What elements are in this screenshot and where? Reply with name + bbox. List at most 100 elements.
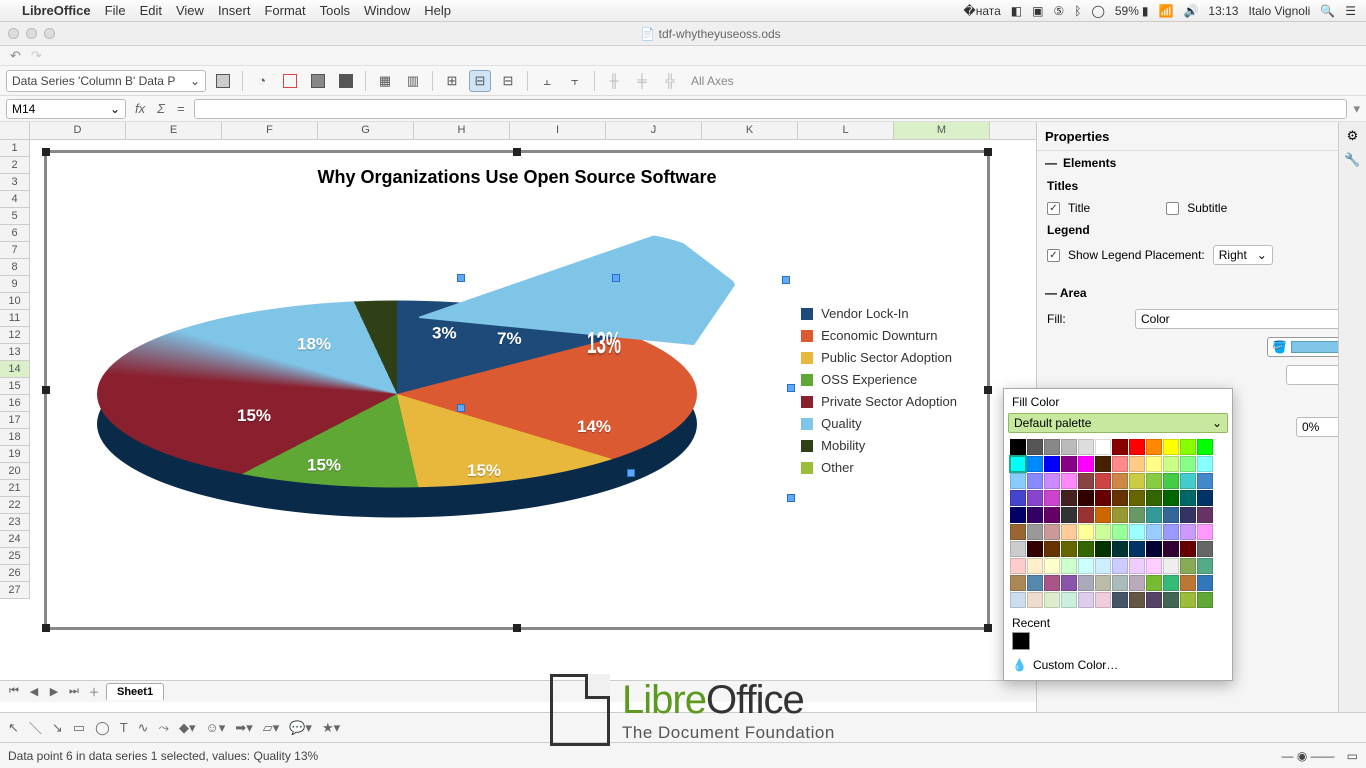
color-swatch[interactable] xyxy=(1180,524,1196,540)
color-swatch[interactable] xyxy=(1095,592,1111,608)
color-swatch[interactable] xyxy=(1180,507,1196,523)
legend-item[interactable]: Public Sector Adoption xyxy=(801,347,957,369)
dropbox-icon[interactable]: �ната xyxy=(963,4,1000,18)
selection-handle[interactable] xyxy=(627,469,635,477)
color-swatch[interactable] xyxy=(1044,439,1060,455)
pie-chart[interactable]: 18% 15% 15% 15% 14% 7% 3% 13% xyxy=(87,194,707,594)
color-swatch[interactable] xyxy=(1061,456,1077,472)
selection-handle[interactable] xyxy=(457,274,465,282)
resize-handle[interactable] xyxy=(42,624,50,632)
column-header[interactable]: L xyxy=(798,122,894,139)
row-header[interactable]: 17 xyxy=(0,412,30,429)
menu-format[interactable]: Format xyxy=(264,3,305,18)
color-swatch[interactable] xyxy=(1146,592,1162,608)
color-swatch[interactable] xyxy=(1163,592,1179,608)
color-swatch[interactable] xyxy=(1146,558,1162,574)
fill-type-select[interactable]: Color⌄ xyxy=(1135,309,1356,329)
ellipse-icon[interactable]: ◯ xyxy=(95,720,110,736)
status-icon-3[interactable]: ⑤ xyxy=(1053,4,1064,18)
color-swatch[interactable] xyxy=(1010,456,1026,472)
row-header[interactable]: 21 xyxy=(0,480,30,497)
resize-handle[interactable] xyxy=(513,624,521,632)
battery-status[interactable]: 59% ▮ xyxy=(1115,4,1149,18)
row-header[interactable]: 8 xyxy=(0,259,30,276)
color-swatch[interactable] xyxy=(1027,575,1043,591)
color-swatch[interactable] xyxy=(1027,507,1043,523)
row-header[interactable]: 10 xyxy=(0,293,30,310)
arrows-icon[interactable]: ➡▾ xyxy=(235,720,252,736)
column-header[interactable]: M xyxy=(894,122,990,139)
select-all-corner[interactable] xyxy=(0,122,30,139)
color-swatch[interactable] xyxy=(1197,575,1213,591)
axis-y-icon[interactable]: ⫟ xyxy=(564,70,586,92)
color-swatch[interactable] xyxy=(1163,575,1179,591)
row-header[interactable]: 16 xyxy=(0,395,30,412)
legend-item[interactable]: Mobility xyxy=(801,435,957,457)
color-swatch[interactable] xyxy=(1163,473,1179,489)
formula-dropdown-icon[interactable]: ▾ xyxy=(1353,101,1360,117)
row-header[interactable]: 25 xyxy=(0,548,30,565)
resize-handle[interactable] xyxy=(42,148,50,156)
color-swatch[interactable] xyxy=(1180,558,1196,574)
titles-icon[interactable]: ⊞ xyxy=(441,70,463,92)
line-icon[interactable]: ＼ xyxy=(29,718,42,737)
row-header[interactable]: 2 xyxy=(0,157,30,174)
status-icon-2[interactable]: ▣ xyxy=(1032,4,1043,18)
color-swatch[interactable] xyxy=(1197,473,1213,489)
color-swatch[interactable] xyxy=(1112,575,1128,591)
grid-v-icon[interactable]: ╪ xyxy=(631,70,653,92)
resize-handle[interactable] xyxy=(984,148,992,156)
color-swatch[interactable] xyxy=(1197,439,1213,455)
color-swatch[interactable] xyxy=(1061,558,1077,574)
color-swatch[interactable] xyxy=(1129,541,1145,557)
sheet-tab-1[interactable]: Sheet1 xyxy=(106,683,164,700)
color-swatch[interactable] xyxy=(1061,507,1077,523)
color-swatch[interactable] xyxy=(1078,490,1094,506)
color-swatch[interactable] xyxy=(1078,473,1094,489)
zoom-fit-icon[interactable]: ▭ xyxy=(1347,749,1358,763)
legend-on-icon[interactable]: ⊟ xyxy=(469,70,491,92)
color-swatch[interactable] xyxy=(1027,524,1043,540)
row-header[interactable]: 18 xyxy=(0,429,30,446)
menu-window[interactable]: Window xyxy=(364,3,410,18)
color-swatch[interactable] xyxy=(1112,473,1128,489)
chart-area-icon[interactable] xyxy=(279,70,301,92)
color-swatch[interactable] xyxy=(1095,507,1111,523)
row-header[interactable]: 19 xyxy=(0,446,30,463)
color-swatch[interactable] xyxy=(1112,541,1128,557)
color-swatch[interactable] xyxy=(1112,507,1128,523)
color-swatch[interactable] xyxy=(1044,541,1060,557)
column-header[interactable]: H xyxy=(414,122,510,139)
column-header[interactable]: K xyxy=(702,122,798,139)
undo-icon[interactable]: ↶ xyxy=(10,48,21,64)
color-swatch[interactable] xyxy=(1180,490,1196,506)
palette-select[interactable]: Default palette⌄ xyxy=(1008,413,1228,433)
color-swatch[interactable] xyxy=(1163,490,1179,506)
function-wizard-icon[interactable]: fx xyxy=(132,101,148,116)
redo-icon[interactable]: ↷ xyxy=(31,48,42,64)
legend-off-icon[interactable]: ⊟ xyxy=(497,70,519,92)
color-swatch[interactable] xyxy=(1197,592,1213,608)
color-swatch[interactable] xyxy=(1010,473,1026,489)
color-swatch[interactable] xyxy=(1112,456,1128,472)
selection-handle[interactable] xyxy=(612,274,620,282)
chart-element-selector[interactable]: Data Series 'Column B' Data P⌄ xyxy=(6,70,206,92)
tab-add-icon[interactable]: ＋ xyxy=(86,684,102,700)
color-swatch[interactable] xyxy=(1197,490,1213,506)
color-swatch[interactable] xyxy=(1027,439,1043,455)
color-swatch[interactable] xyxy=(1078,524,1094,540)
legend-item[interactable]: Private Sector Adoption xyxy=(801,391,957,413)
column-header[interactable]: D xyxy=(30,122,126,139)
selection-handle[interactable] xyxy=(787,384,795,392)
color-swatch[interactable] xyxy=(1163,524,1179,540)
tab-next-icon[interactable]: ▶ xyxy=(46,685,62,698)
color-swatch[interactable] xyxy=(1027,473,1043,489)
chart-title[interactable]: Why Organizations Use Open Source Softwa… xyxy=(47,153,987,194)
sidebar-wrench-icon[interactable]: 🔧 xyxy=(1344,152,1360,168)
color-swatch[interactable] xyxy=(1095,473,1111,489)
sum-icon[interactable]: Σ xyxy=(154,101,168,116)
resize-handle[interactable] xyxy=(42,386,50,394)
column-header[interactable]: F xyxy=(222,122,318,139)
color-swatch[interactable] xyxy=(1078,541,1094,557)
section-area[interactable]: — Area ▭ xyxy=(1037,281,1366,305)
